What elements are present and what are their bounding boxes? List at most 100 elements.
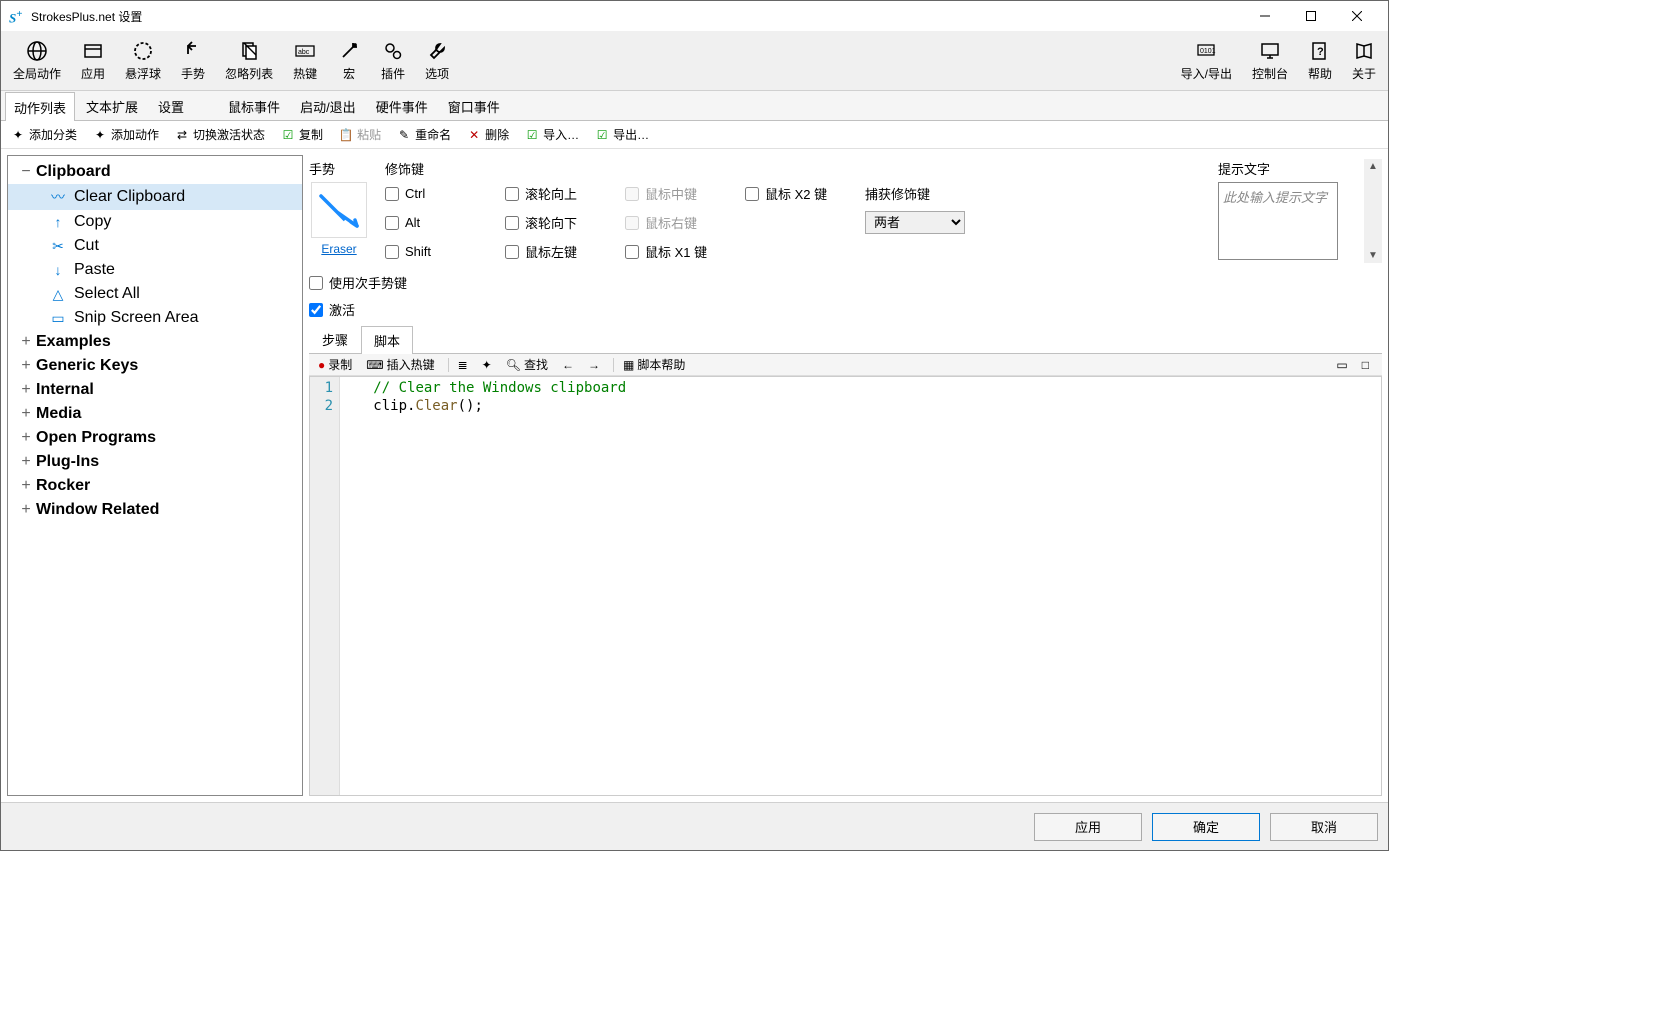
- insert-hotkey-button[interactable]: ⌨插入热键: [361, 356, 439, 373]
- ribbon-floater[interactable]: 悬浮球: [115, 32, 171, 90]
- sub-tab-1[interactable]: 文本扩展: [77, 91, 147, 120]
- toggle-active-button[interactable]: ⇄切换激活状态: [169, 124, 271, 145]
- sub-tab-3[interactable]: 鼠标事件: [219, 91, 289, 120]
- active-checkbox[interactable]: 激活: [309, 300, 355, 319]
- tree-item[interactable]: △Select All: [8, 282, 302, 306]
- ok-button[interactable]: 确定: [1152, 813, 1260, 841]
- code-content[interactable]: // Clear the Windows clipboard clip.Clea…: [340, 377, 1381, 795]
- gesture-preview[interactable]: [311, 182, 367, 238]
- sub-tab-2[interactable]: 设置: [149, 91, 193, 120]
- tree-category[interactable]: +Rocker: [8, 474, 302, 498]
- ribbon-ignore-list[interactable]: 忽略列表: [215, 32, 283, 90]
- ribbon-gestures[interactable]: 手势: [171, 32, 215, 90]
- tree-category[interactable]: −Clipboard: [8, 160, 302, 184]
- ctrl-checkbox[interactable]: Ctrl: [385, 186, 495, 201]
- tree-item[interactable]: 〰Clear Clipboard: [8, 184, 302, 210]
- app-icon: S+: [9, 8, 25, 24]
- mouse-x2-checkbox[interactable]: 鼠标 X2 键: [745, 184, 855, 203]
- restore-button[interactable]: ▭: [1331, 358, 1352, 372]
- rename-button[interactable]: ✎重命名: [391, 124, 457, 145]
- minimize-button[interactable]: [1242, 1, 1288, 31]
- add-action-button[interactable]: ✦添加动作: [87, 124, 165, 145]
- plus-icon: +: [16, 453, 36, 471]
- sub-tab-0[interactable]: 动作列表: [5, 92, 75, 121]
- ribbon-console[interactable]: 控制台: [1242, 32, 1298, 90]
- wheel-down-checkbox[interactable]: 滚轮向下: [505, 213, 615, 232]
- ribbon-options[interactable]: 选项: [415, 32, 459, 90]
- ribbon-plugins[interactable]: 插件: [371, 32, 415, 90]
- category-label: Rocker: [36, 477, 90, 495]
- shift-checkbox[interactable]: Shift: [385, 244, 495, 259]
- plus-icon: +: [16, 477, 36, 495]
- export-button[interactable]: ☑导出…: [589, 124, 655, 145]
- plus-icon: +: [16, 357, 36, 375]
- indent-icon: ≣: [458, 358, 468, 372]
- script-tab-1[interactable]: 脚本: [361, 326, 413, 354]
- prev-button[interactable]: ←: [557, 358, 579, 372]
- tree-item[interactable]: ✂Cut: [8, 234, 302, 258]
- hint-textarea[interactable]: [1218, 182, 1338, 260]
- next-button[interactable]: →: [583, 358, 605, 372]
- ribbon-global-actions[interactable]: 全局动作: [3, 32, 71, 90]
- sub-tab-5[interactable]: 硬件事件: [367, 91, 437, 120]
- ribbon-about[interactable]: 关于: [1342, 32, 1386, 90]
- wheel-up-checkbox[interactable]: 滚轮向上: [505, 184, 615, 203]
- cancel-button[interactable]: 取消: [1270, 813, 1378, 841]
- gesture-name-link[interactable]: Eraser: [321, 242, 356, 256]
- record-button[interactable]: ●录制: [313, 356, 357, 373]
- import-button[interactable]: ☑导入…: [519, 124, 585, 145]
- docs-icon: [237, 39, 261, 63]
- arrow-down-icon: ↓: [48, 262, 68, 278]
- export-icon: ☑: [595, 128, 609, 142]
- ribbon-help[interactable]: ?帮助: [1298, 32, 1342, 90]
- svg-text:?: ?: [1317, 46, 1324, 58]
- monitor-icon: [1258, 39, 1282, 63]
- tree-category[interactable]: +Examples: [8, 330, 302, 354]
- action-toolbar: ✦添加分类 ✦添加动作 ⇄切换激活状态 ☑复制 📋粘贴 ✎重命名 ✕删除 ☑导入…: [1, 121, 1388, 149]
- tree-item[interactable]: ↑Copy: [8, 210, 302, 234]
- sub-tab-6[interactable]: 窗口事件: [439, 91, 509, 120]
- script-tab-0[interactable]: 步骤: [309, 325, 361, 353]
- code-editor[interactable]: 12 // Clear the Windows clipboard clip.C…: [309, 376, 1382, 796]
- detail-scrollbar[interactable]: ▲ ▼: [1364, 159, 1382, 263]
- arrow-right-icon: →: [588, 358, 600, 372]
- tree-category[interactable]: +Generic Keys: [8, 354, 302, 378]
- sub-tab-4[interactable]: 启动/退出: [291, 91, 365, 120]
- delete-button[interactable]: ✕删除: [461, 124, 515, 145]
- close-button[interactable]: [1334, 1, 1380, 31]
- wand-icon: [337, 39, 361, 63]
- tree-category[interactable]: +Plug-Ins: [8, 450, 302, 474]
- ribbon-applications[interactable]: 应用: [71, 32, 115, 90]
- indent-button[interactable]: ≣: [453, 358, 473, 372]
- use-secondary-checkbox[interactable]: 使用次手势键: [309, 273, 407, 292]
- tree-category[interactable]: +Media: [8, 402, 302, 426]
- tree-category[interactable]: +Internal: [8, 378, 302, 402]
- ribbon-hotkeys[interactable]: abc热键: [283, 32, 327, 90]
- tree-item[interactable]: ▭Snip Screen Area: [8, 306, 302, 330]
- apply-button[interactable]: 应用: [1034, 813, 1142, 841]
- paste-button[interactable]: 📋粘贴: [333, 124, 387, 145]
- alt-checkbox[interactable]: Alt: [385, 215, 495, 230]
- copy-button[interactable]: ☑复制: [275, 124, 329, 145]
- maximize-editor-button[interactable]: □: [1357, 358, 1374, 372]
- format-button[interactable]: ✦: [477, 358, 497, 372]
- plus-icon: +: [16, 381, 36, 399]
- maximize-button[interactable]: [1288, 1, 1334, 31]
- ribbon-import-export[interactable]: 0101导入/导出: [1171, 32, 1242, 90]
- scroll-up-icon[interactable]: ▲: [1368, 161, 1378, 172]
- tree-item[interactable]: ↓Paste: [8, 258, 302, 282]
- check-icon: ☑: [281, 128, 295, 142]
- capture-select[interactable]: 两者: [865, 211, 965, 234]
- mouse-x1-checkbox[interactable]: 鼠标 X1 键: [625, 242, 735, 261]
- find-button[interactable]: 🔍︎查找: [501, 356, 553, 373]
- tree-category[interactable]: +Window Related: [8, 498, 302, 522]
- add-category-button[interactable]: ✦添加分类: [5, 124, 83, 145]
- category-tree[interactable]: −Clipboard〰Clear Clipboard↑Copy✂Cut↓Past…: [7, 155, 303, 796]
- ribbon-macros[interactable]: 宏: [327, 32, 371, 90]
- scroll-down-icon[interactable]: ▼: [1368, 250, 1378, 261]
- tree-category[interactable]: +Open Programs: [8, 426, 302, 450]
- script-help-button[interactable]: ▦脚本帮助: [618, 356, 690, 373]
- svg-text:0101: 0101: [1200, 48, 1216, 55]
- mouse-left-checkbox[interactable]: 鼠标左键: [505, 242, 615, 261]
- triangle-icon: △: [48, 286, 68, 303]
